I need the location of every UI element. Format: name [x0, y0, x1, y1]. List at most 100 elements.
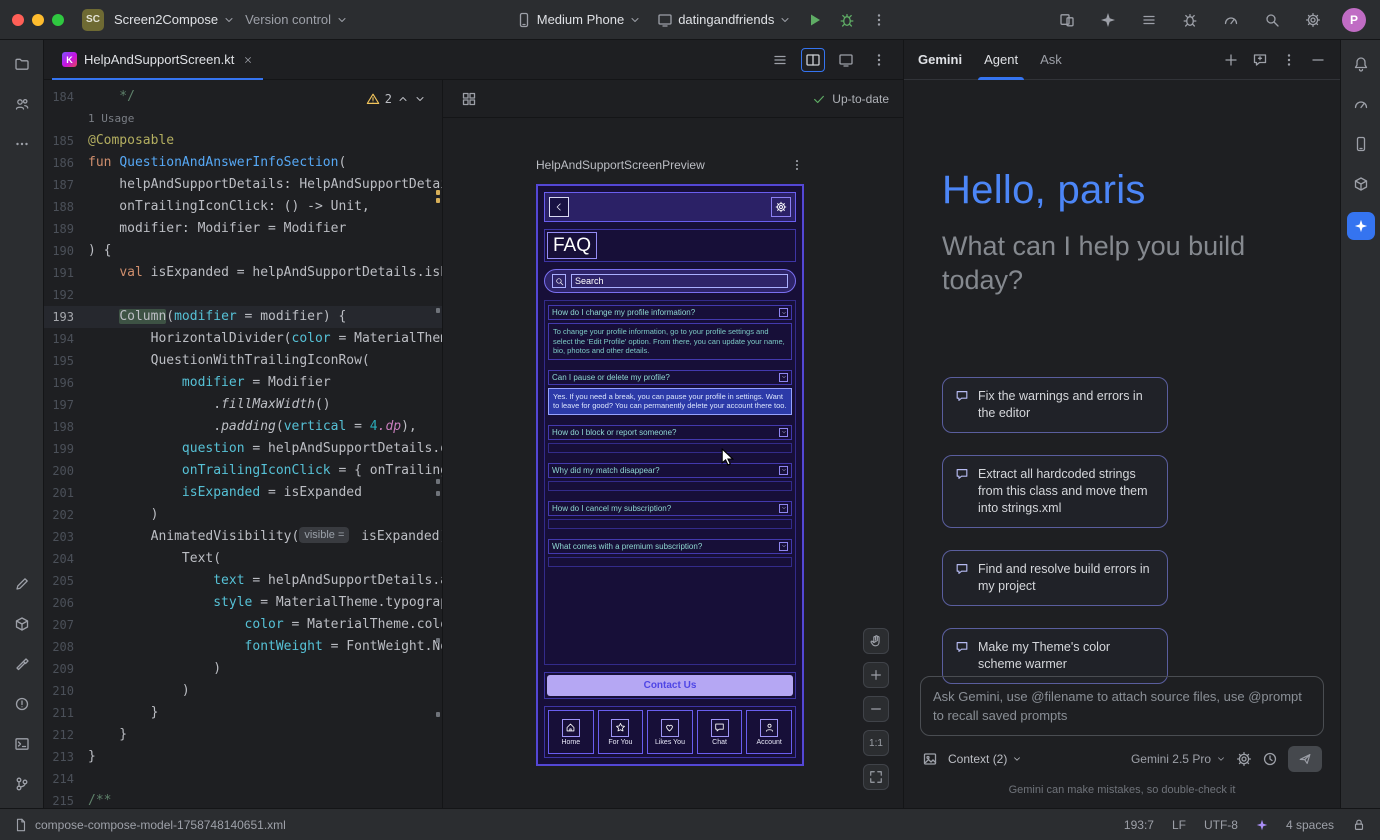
todo-list-button[interactable] [1137, 8, 1161, 32]
design-view-button[interactable] [834, 48, 858, 72]
resource-manager-button[interactable] [10, 572, 34, 596]
more-run-options-button[interactable] [871, 12, 887, 28]
code-line[interactable]: 209 ) [44, 658, 442, 680]
project-selector[interactable]: Screen2Compose [114, 12, 235, 27]
device-selector[interactable]: Medium Phone [516, 12, 641, 28]
terminal-button[interactable] [10, 732, 34, 756]
debug-button[interactable] [839, 12, 855, 28]
faq-question-row[interactable]: How do I cancel my subscription? [548, 501, 792, 516]
new-chat-button[interactable] [1223, 52, 1239, 68]
close-tab-button[interactable] [243, 55, 253, 65]
run-button[interactable] [807, 12, 823, 28]
code-line[interactable]: 206 style = MaterialTheme.typography.bod… [44, 592, 442, 614]
inspections-widget[interactable]: 2 [366, 88, 426, 110]
device-mirroring-button[interactable] [1055, 8, 1079, 32]
nav-item-chat[interactable]: Chat [697, 710, 743, 754]
structure-tool-button[interactable] [10, 92, 34, 116]
user-avatar[interactable]: P [1342, 8, 1366, 32]
next-problem-icon[interactable] [414, 93, 426, 105]
zoom-out-button[interactable] [863, 696, 889, 722]
attach-file-button[interactable] [922, 751, 938, 767]
faq-question-row[interactable]: Can I pause or delete my profile? [548, 370, 792, 385]
scrollbar-error-stripe[interactable] [436, 80, 440, 808]
code-line[interactable]: 185@Composable [44, 130, 442, 152]
profiler-tool-button[interactable] [1349, 92, 1373, 116]
editor-tab[interactable]: K HelpAndSupportScreen.kt [52, 40, 263, 79]
code-line[interactable]: 214 [44, 768, 442, 790]
maximize-window-button[interactable] [52, 14, 64, 26]
run-configuration-selector[interactable]: datingandfriends [657, 12, 791, 28]
tab-agent[interactable]: Agent [984, 40, 1018, 80]
zoom-actual-size-button[interactable]: 1:1 [863, 730, 889, 756]
problems-button[interactable] [10, 692, 34, 716]
build-button[interactable] [10, 652, 34, 676]
gemini-tool-button[interactable] [1347, 212, 1375, 240]
code-line[interactable]: 197 .fillMaxWidth() [44, 394, 442, 416]
code-line[interactable]: 196 modifier = Modifier [44, 372, 442, 394]
compose-preview-canvas[interactable]: HelpAndSupportScreenPreview FAQ [443, 118, 903, 808]
settings-button[interactable] [1301, 8, 1325, 32]
file-encoding[interactable]: UTF-8 [1204, 818, 1238, 832]
editor-options-button[interactable] [867, 48, 891, 72]
preview-options-button[interactable] [790, 158, 804, 172]
project-tool-button[interactable] [10, 52, 34, 76]
profiler-button[interactable] [1219, 8, 1243, 32]
code-view-button[interactable] [768, 48, 792, 72]
suggestion-card[interactable]: Extract all hardcoded strings from this … [942, 455, 1168, 528]
code-line[interactable]: 191 val isExpanded = helpAndSupportDetai… [44, 262, 442, 284]
code-editor[interactable]: 184 */1 Usage185@Composable186fun Questi… [44, 80, 443, 808]
nav-item-likes-you[interactable]: Likes You [647, 710, 693, 754]
code-line[interactable]: 194 HorizontalDivider(color = MaterialTh… [44, 328, 442, 350]
code-line[interactable]: 186fun QuestionAndAnswerInfoSection( [44, 152, 442, 174]
prev-problem-icon[interactable] [397, 93, 409, 105]
suggestion-card[interactable]: Find and resolve build errors in my proj… [942, 550, 1168, 606]
code-line[interactable]: 189 modifier: Modifier = Modifier [44, 218, 442, 240]
code-line[interactable]: 190) { [44, 240, 442, 262]
code-line[interactable]: 199 question = helpAndSupportDetails.que… [44, 438, 442, 460]
code-line[interactable]: 202 ) [44, 504, 442, 526]
close-window-button[interactable] [12, 14, 24, 26]
code-line[interactable]: 215/** [44, 790, 442, 808]
search-everywhere-button[interactable] [1260, 8, 1284, 32]
device-manager-button[interactable] [1349, 132, 1373, 156]
split-view-button[interactable] [801, 48, 825, 72]
ai-actions-button[interactable] [1096, 8, 1120, 32]
code-line[interactable]: 205 text = helpAndSupportDetails.answer, [44, 570, 442, 592]
code-line[interactable]: 192 [44, 284, 442, 306]
readonly-lock-icon[interactable] [1352, 818, 1366, 832]
notifications-button[interactable] [1349, 52, 1373, 76]
layout-inspector-button[interactable] [1349, 172, 1373, 196]
code-line[interactable]: 208 fontWeight = FontWeight.Normal [44, 636, 442, 658]
nav-item-account[interactable]: Account [746, 710, 792, 754]
send-button[interactable] [1288, 746, 1322, 772]
code-line[interactable]: 187 helpAndSupportDetails: HelpAndSuppor… [44, 174, 442, 196]
k2-mode-icon[interactable] [1256, 819, 1268, 831]
caret-position[interactable]: 193:7 [1124, 818, 1154, 832]
code-line[interactable]: 203 AnimatedVisibility(visible = isExpan… [44, 526, 442, 548]
context-selector[interactable]: Context (2) [948, 752, 1022, 766]
faq-question-row[interactable]: Why did my match disappear? [548, 463, 792, 478]
code-line[interactable]: 210 ) [44, 680, 442, 702]
code-line[interactable]: 207 color = MaterialTheme.colorScheme.on… [44, 614, 442, 636]
line-separator[interactable]: LF [1172, 818, 1186, 832]
code-line[interactable]: 200 onTrailingIconClick = { onTrailingIc… [44, 460, 442, 482]
expand-icon[interactable] [779, 373, 788, 382]
minimize-window-button[interactable] [32, 14, 44, 26]
code-line[interactable]: 201 isExpanded = isExpanded [44, 482, 442, 504]
code-line[interactable]: 198 .padding(vertical = 4.dp), [44, 416, 442, 438]
version-control-menu[interactable]: Version control [245, 12, 348, 27]
tab-ask[interactable]: Ask [1040, 40, 1062, 80]
hide-panel-button[interactable] [1310, 52, 1326, 68]
app-insights-button[interactable] [1178, 8, 1202, 32]
back-button[interactable] [549, 197, 569, 217]
zoom-to-fit-button[interactable] [863, 764, 889, 790]
code-line[interactable]: 195 QuestionWithTrailingIconRow( [44, 350, 442, 372]
faq-question-row[interactable]: How do I block or report someone? [548, 425, 792, 440]
faq-question-row[interactable]: What comes with a premium subscription? [548, 539, 792, 554]
code-line[interactable]: 188 onTrailingIconClick: () -> Unit, [44, 196, 442, 218]
code-line[interactable]: 213} [44, 746, 442, 768]
more-tools-button[interactable] [10, 132, 34, 156]
usage-inlay[interactable]: 1 Usage [44, 108, 442, 130]
gemini-settings-button[interactable] [1236, 751, 1252, 767]
expand-icon[interactable] [779, 308, 788, 317]
